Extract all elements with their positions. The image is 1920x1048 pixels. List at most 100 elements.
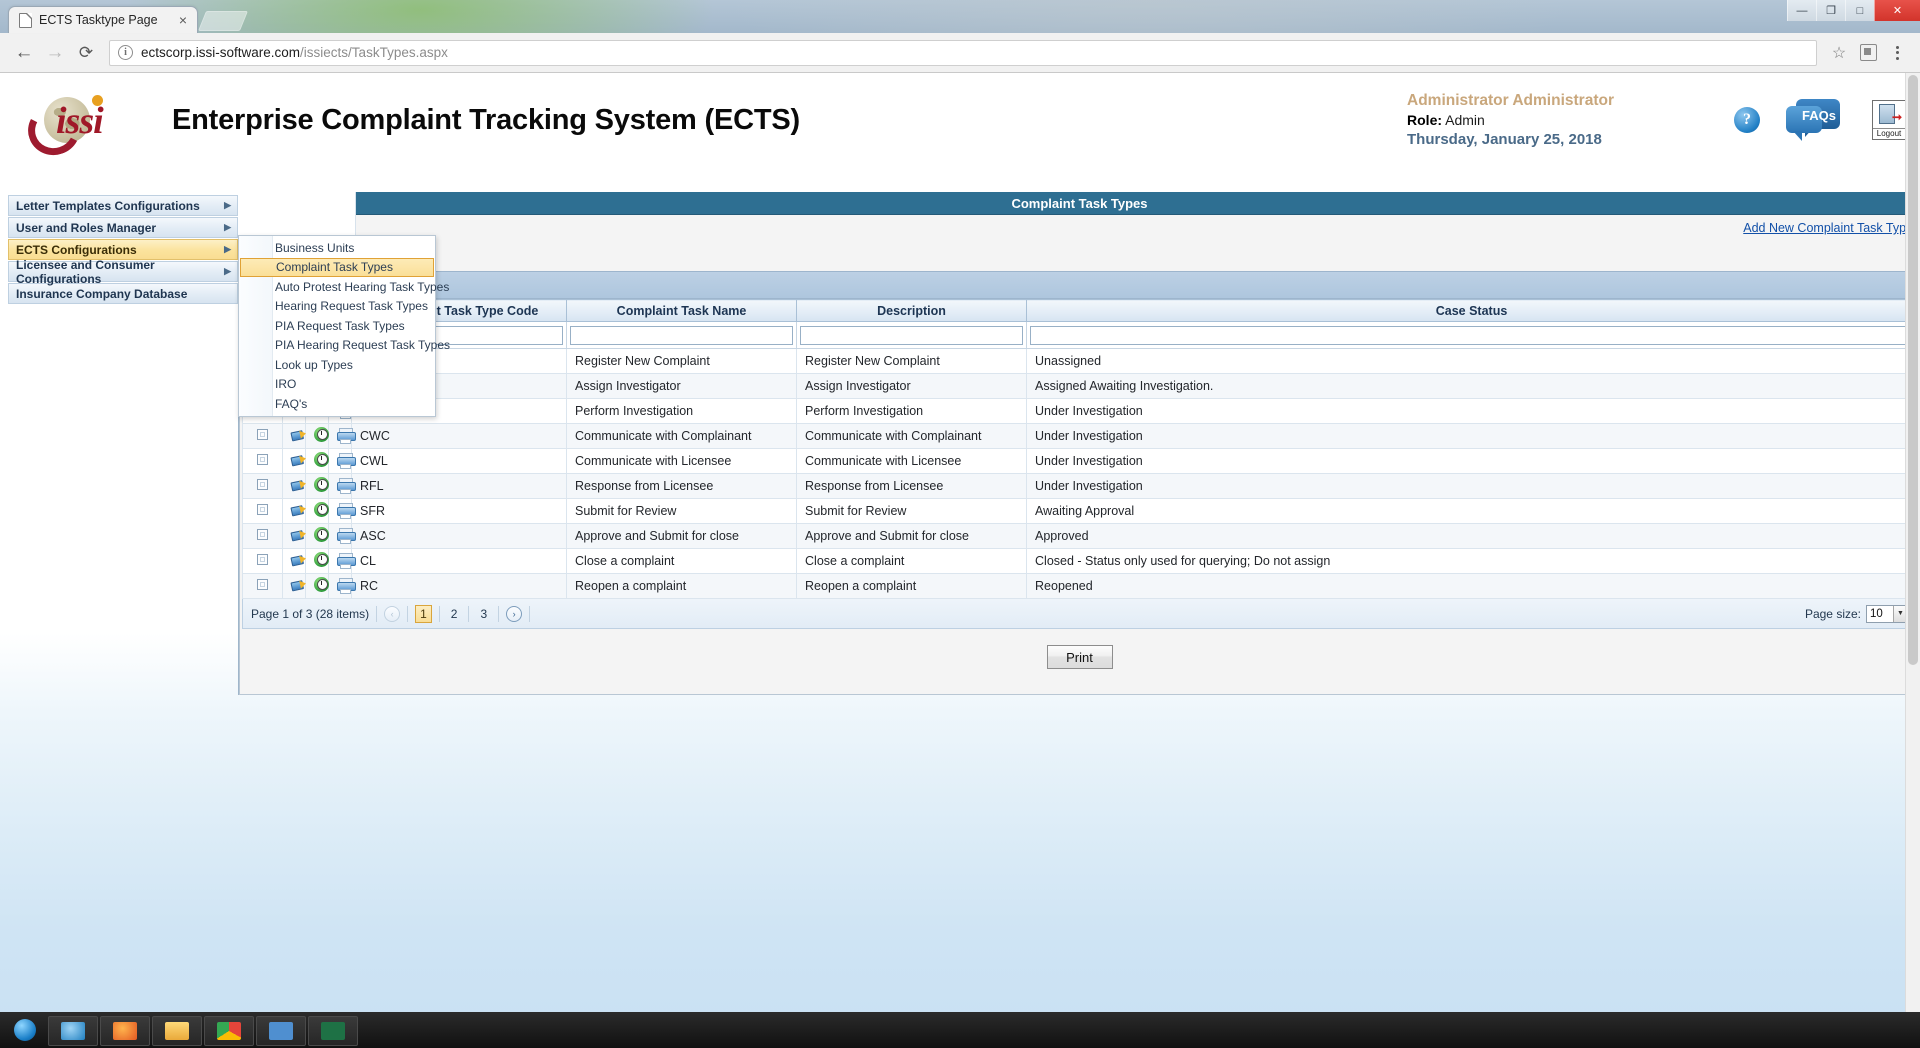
row-history-cell[interactable] <box>305 448 329 474</box>
row-edit-cell[interactable] <box>282 448 308 474</box>
row-history-cell[interactable] <box>305 573 329 599</box>
column-header-description[interactable]: Description <box>796 299 1028 322</box>
pager-next-icon[interactable]: › <box>506 605 523 622</box>
sidebar-item-licensee-consumer[interactable]: Licensee and Consumer Configurations ▶ <box>8 258 238 286</box>
edit-icon[interactable] <box>290 451 308 469</box>
row-select-cell[interactable] <box>242 498 283 524</box>
row-history-cell[interactable] <box>305 423 329 449</box>
submenu-item-faqs[interactable]: FAQ's <box>239 394 435 414</box>
filter-input-description[interactable] <box>800 325 1024 345</box>
row-checkbox[interactable] <box>257 454 268 465</box>
clock-icon[interactable] <box>314 452 329 467</box>
address-bar[interactable]: i ectscorp.issi-software.com/issiects/Ta… <box>109 39 1817 66</box>
row-select-cell[interactable] <box>242 473 283 499</box>
row-history-cell[interactable] <box>305 473 329 499</box>
submenu-item-iro[interactable]: IRO <box>239 375 435 395</box>
row-checkbox[interactable] <box>257 429 268 440</box>
taskbar-item-firefox[interactable] <box>100 1016 150 1046</box>
row-print-cell[interactable] <box>327 473 356 499</box>
restore-icon[interactable]: ❐ <box>1816 0 1845 21</box>
scroll-thumb[interactable] <box>1908 75 1918 665</box>
close-icon[interactable]: × <box>175 12 191 28</box>
taskbar-item-chrome[interactable] <box>204 1016 254 1046</box>
submenu-item-look-up-types[interactable]: Look up Types <box>239 355 435 375</box>
clock-icon[interactable] <box>314 577 329 592</box>
taskbar-item-explorer[interactable] <box>152 1016 202 1046</box>
chrome-menu-icon[interactable] <box>1884 40 1910 66</box>
submenu-item-auto-protest-hearing-task-types[interactable]: Auto Protest Hearing Task Types <box>239 277 449 297</box>
row-select-cell[interactable] <box>242 548 283 574</box>
clock-icon[interactable] <box>314 527 329 542</box>
extension-icon[interactable] <box>1855 40 1881 66</box>
vertical-scrollbar[interactable] <box>1905 73 1920 1048</box>
row-select-cell[interactable] <box>242 523 283 549</box>
row-select-cell[interactable] <box>242 423 283 449</box>
row-history-cell[interactable] <box>305 548 329 574</box>
row-print-cell[interactable] <box>327 573 356 599</box>
start-button[interactable] <box>4 1013 46 1047</box>
minimize-icon[interactable]: — <box>1787 0 1816 21</box>
row-print-cell[interactable] <box>327 423 356 449</box>
reload-icon[interactable]: ⟳ <box>72 39 100 67</box>
info-icon[interactable]: i <box>118 45 133 60</box>
row-edit-cell[interactable] <box>282 548 308 574</box>
row-history-cell[interactable] <box>305 498 329 524</box>
printer-icon[interactable] <box>337 502 356 519</box>
maximize-icon[interactable]: □ <box>1845 0 1874 21</box>
taskbar-item-excel[interactable] <box>308 1016 358 1046</box>
row-edit-cell[interactable] <box>282 523 308 549</box>
printer-icon[interactable] <box>337 452 356 469</box>
edit-icon[interactable] <box>290 476 308 494</box>
sidebar-item-insurance-company-db[interactable]: Insurance Company Database <box>8 283 238 304</box>
edit-icon[interactable] <box>290 426 308 444</box>
printer-icon[interactable] <box>337 577 356 594</box>
add-new-complaint-task-type-link[interactable]: Add New Complaint Task Type <box>1743 221 1913 235</box>
filter-input-status[interactable] <box>1030 325 1913 345</box>
pager-page-3[interactable]: 3 <box>476 605 491 623</box>
clock-icon[interactable] <box>314 552 329 567</box>
browser-tab[interactable]: ECTS Tasktype Page × <box>8 6 198 33</box>
sidebar-item-letter-templates[interactable]: Letter Templates Configurations ▶ <box>8 195 238 216</box>
filter-input-name[interactable] <box>570 325 794 345</box>
edit-icon[interactable] <box>290 501 308 519</box>
pager-page-1[interactable]: 1 <box>415 604 432 623</box>
edit-icon[interactable] <box>290 526 308 544</box>
taskbar-item-document[interactable] <box>256 1016 306 1046</box>
help-icon[interactable]: ? <box>1734 107 1760 133</box>
faqs-icon[interactable]: FAQs <box>1786 99 1842 141</box>
row-edit-cell[interactable] <box>282 473 308 499</box>
edit-icon[interactable] <box>290 551 308 569</box>
column-header-task-name[interactable]: Complaint Task Name <box>566 299 798 322</box>
sidebar-item-user-roles[interactable]: User and Roles Manager ▶ <box>8 217 238 238</box>
column-header-case-status[interactable]: Case Status <box>1026 299 1917 322</box>
printer-icon[interactable] <box>337 527 356 544</box>
submenu-item-complaint-task-types[interactable]: Complaint Task Types <box>240 257 434 277</box>
clock-icon[interactable] <box>314 427 329 442</box>
row-select-cell[interactable] <box>242 573 283 599</box>
row-print-cell[interactable] <box>327 498 356 524</box>
printer-icon[interactable] <box>337 427 356 444</box>
window-close-icon[interactable]: ✕ <box>1874 0 1920 21</box>
pager-page-2[interactable]: 2 <box>447 605 462 623</box>
row-print-cell[interactable] <box>327 523 356 549</box>
submenu-item-hearing-request-task-types[interactable]: Hearing Request Task Types <box>239 297 435 317</box>
printer-icon[interactable] <box>337 477 356 494</box>
bookmark-star-icon[interactable]: ☆ <box>1826 40 1852 66</box>
row-print-cell[interactable] <box>327 448 356 474</box>
row-history-cell[interactable] <box>305 523 329 549</box>
row-checkbox[interactable] <box>257 529 268 540</box>
forward-icon[interactable]: → <box>41 39 69 67</box>
pager-prev-icon[interactable]: ‹ <box>384 605 401 622</box>
back-icon[interactable]: ← <box>10 39 38 67</box>
print-button[interactable]: Print <box>1046 645 1113 669</box>
row-checkbox[interactable] <box>257 554 268 565</box>
page-size-select[interactable]: 10 ▼ <box>1866 604 1908 623</box>
taskbar-item-ie[interactable] <box>48 1016 98 1046</box>
row-select-cell[interactable] <box>242 448 283 474</box>
submenu-item-pia-hearing-request-task-types[interactable]: PIA Hearing Request Task Types <box>239 336 450 356</box>
clock-icon[interactable] <box>314 502 329 517</box>
edit-icon[interactable] <box>290 576 308 594</box>
logout-icon[interactable]: ➞ Logout <box>1872 100 1906 140</box>
submenu-item-business-units[interactable]: Business Units <box>239 238 435 258</box>
row-edit-cell[interactable] <box>282 573 308 599</box>
